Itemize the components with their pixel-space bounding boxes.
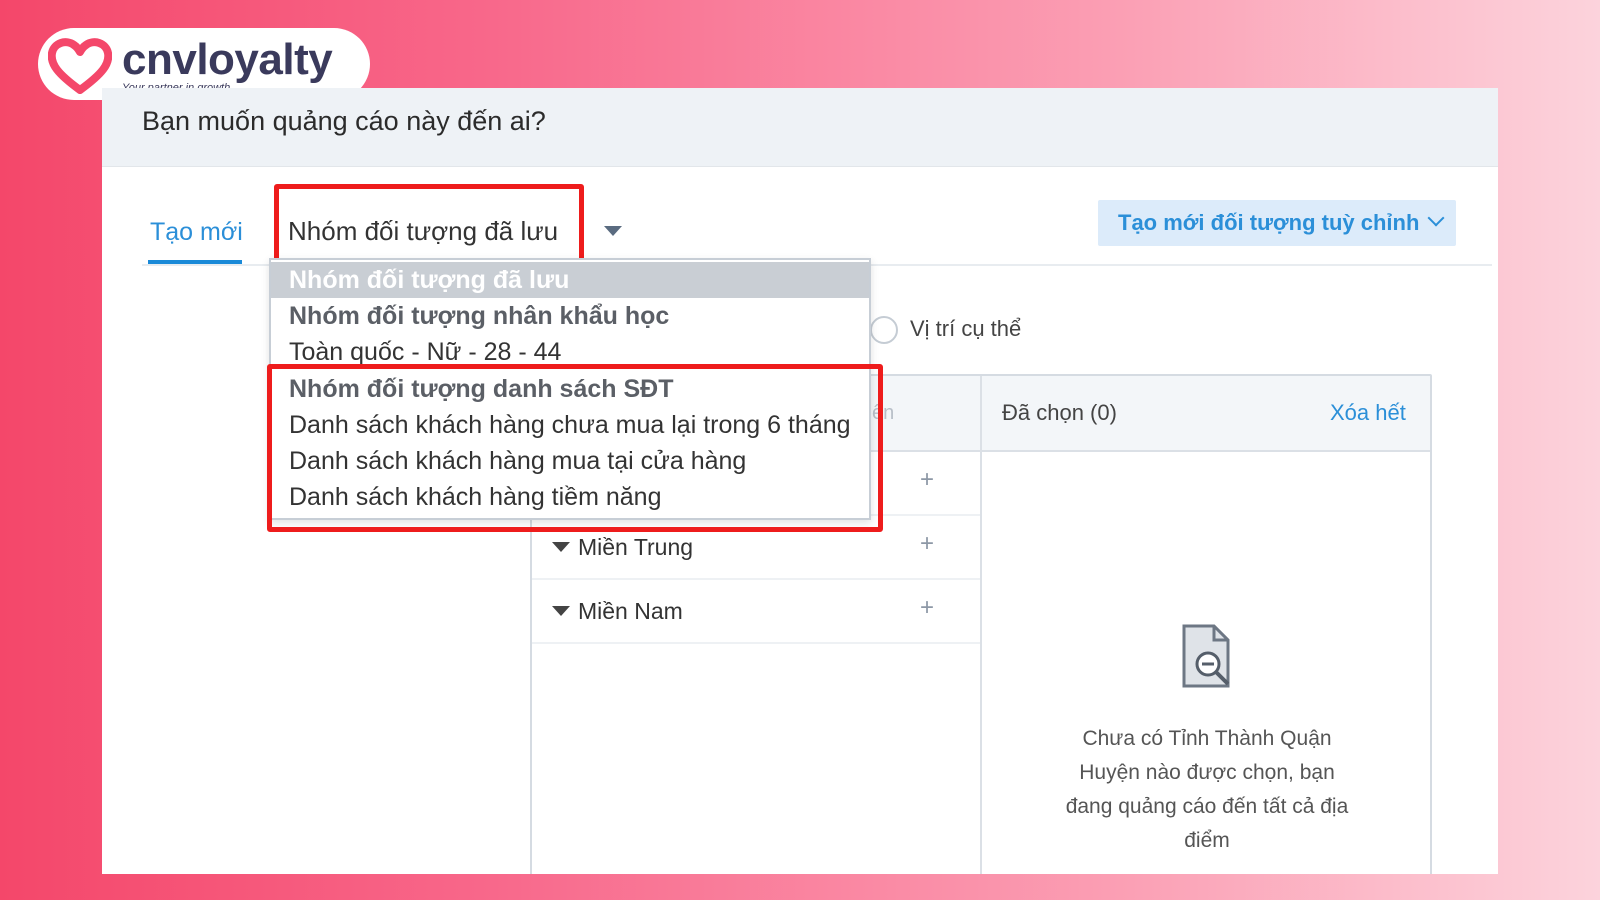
- page-title: Bạn muốn quảng cáo này đến ai?: [142, 106, 546, 136]
- column-divider: [980, 376, 982, 874]
- chevron-down-icon: [1427, 209, 1445, 227]
- plus-icon[interactable]: +: [920, 466, 934, 494]
- audience-panel: Bạn muốn quảng cáo này đến ai? Tạo mới N…: [102, 88, 1498, 874]
- heart-icon: [48, 38, 112, 94]
- specific-location-label: Vị trí cụ thể: [910, 316, 1022, 341]
- document-search-icon: [1182, 624, 1230, 688]
- selected-count: Đã chọn (0): [1002, 400, 1117, 425]
- clear-all-link[interactable]: Xóa hết: [1330, 400, 1406, 426]
- highlight-box-phone-list: [267, 364, 883, 532]
- caret-down-icon[interactable]: [552, 542, 570, 552]
- caret-down-icon[interactable]: [604, 226, 622, 236]
- region-label: Miền Nam: [578, 598, 683, 624]
- caret-down-icon[interactable]: [552, 606, 570, 616]
- specific-location-radio[interactable]: [870, 316, 898, 344]
- plus-icon[interactable]: +: [920, 530, 934, 558]
- dropdown-group-demographic: Nhóm đối tượng nhân khẩu học: [289, 302, 670, 330]
- panel-header: Bạn muốn quảng cáo này đến ai?: [102, 88, 1498, 167]
- brand-name: cnvloyalty: [122, 35, 333, 84]
- tab-create-new[interactable]: Tạo mới: [150, 218, 243, 247]
- empty-state-text: Chưa có Tỉnh Thành Quận Huyện nào được c…: [1065, 727, 1349, 852]
- dropdown-group-saved[interactable]: Nhóm đối tượng đã lưu: [271, 262, 869, 298]
- create-custom-audience-label: Tạo mới đối tượng tuỳ chỉnh: [1118, 210, 1420, 235]
- plus-icon[interactable]: +: [920, 594, 934, 622]
- region-row-mien-nam[interactable]: Miền Nam +: [532, 580, 980, 644]
- create-custom-audience-button[interactable]: Tạo mới đối tượng tuỳ chỉnh: [1098, 200, 1456, 246]
- region-label: Miền Trung: [578, 534, 694, 560]
